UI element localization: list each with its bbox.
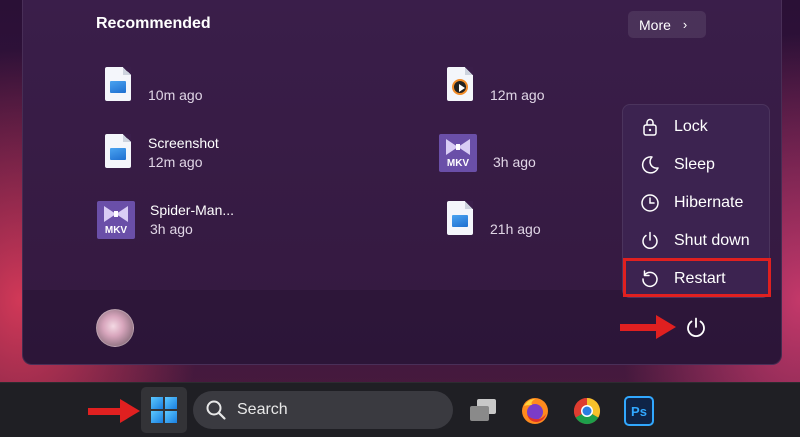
start-button[interactable] — [141, 387, 187, 433]
recommended-item[interactable]: MKV 3h ago — [439, 134, 536, 172]
image-file-icon — [444, 201, 476, 239]
image-file-icon — [102, 134, 134, 172]
mkv-label: MKV — [446, 158, 470, 169]
red-arrow-annotation — [620, 315, 676, 339]
lock-icon — [643, 118, 657, 136]
item-time: 21h ago — [490, 221, 541, 237]
photoshop-icon[interactable]: Ps — [624, 396, 654, 426]
chevron-right-icon: › — [682, 17, 688, 32]
item-name: Screenshot — [148, 135, 219, 151]
restart-highlight-box — [623, 258, 771, 297]
power-menu-label: Sleep — [674, 156, 715, 173]
recommended-item[interactable]: 10m ago — [102, 67, 202, 105]
item-time: 3h ago — [150, 221, 193, 237]
recommended-item[interactable]: 12m ago — [444, 67, 544, 105]
chrome-icon[interactable] — [572, 396, 602, 426]
recommended-item[interactable]: MKV Spider-Man... 3h ago — [97, 201, 234, 239]
recommended-item[interactable]: Screenshot 12m ago — [102, 134, 219, 172]
item-name — [490, 67, 544, 86]
power-menu-item-hibernate[interactable]: Hibernate — [623, 185, 771, 221]
item-time: 12m ago — [148, 154, 203, 170]
power-icon — [642, 231, 658, 249]
power-menu-label: Lock — [674, 118, 708, 135]
item-name — [490, 201, 541, 220]
search-placeholder: Search — [237, 401, 288, 418]
item-name — [148, 67, 202, 86]
recommended-item[interactable]: 21h ago — [444, 201, 541, 239]
clock-icon — [641, 194, 659, 212]
task-view-icon[interactable] — [468, 396, 498, 426]
item-name: Spider-Man... — [150, 202, 235, 218]
photoshop-label: Ps — [631, 403, 647, 419]
more-label: More — [639, 16, 671, 33]
mkv-label: MKV — [104, 225, 128, 236]
media-file-icon — [444, 67, 476, 105]
mkv-file-icon: MKV — [439, 134, 477, 172]
taskbar-search[interactable]: Search — [193, 391, 453, 429]
power-icon[interactable] — [684, 316, 708, 340]
image-file-icon — [102, 67, 134, 105]
recommended-heading: Recommended — [96, 15, 211, 32]
windows-logo-icon — [151, 397, 177, 423]
more-button[interactable]: More › — [628, 11, 706, 38]
power-menu-item-shutdown[interactable]: Shut down — [623, 223, 771, 259]
search-icon — [206, 400, 226, 420]
user-avatar[interactable] — [96, 309, 134, 347]
mkv-file-icon: MKV — [97, 201, 135, 239]
item-time: 12m ago — [490, 87, 545, 103]
moon-icon — [641, 156, 659, 174]
firefox-icon[interactable] — [520, 396, 550, 426]
item-time: 10m ago — [148, 87, 203, 103]
power-menu-label: Shut down — [674, 232, 750, 249]
power-menu-label: Hibernate — [674, 194, 744, 211]
item-name — [493, 134, 536, 153]
item-time: 3h ago — [493, 154, 536, 170]
power-menu-item-lock[interactable]: Lock — [623, 109, 771, 145]
power-menu-item-sleep[interactable]: Sleep — [623, 147, 771, 183]
red-arrow-annotation — [88, 399, 140, 423]
taskbar: Search Ps — [0, 382, 800, 437]
